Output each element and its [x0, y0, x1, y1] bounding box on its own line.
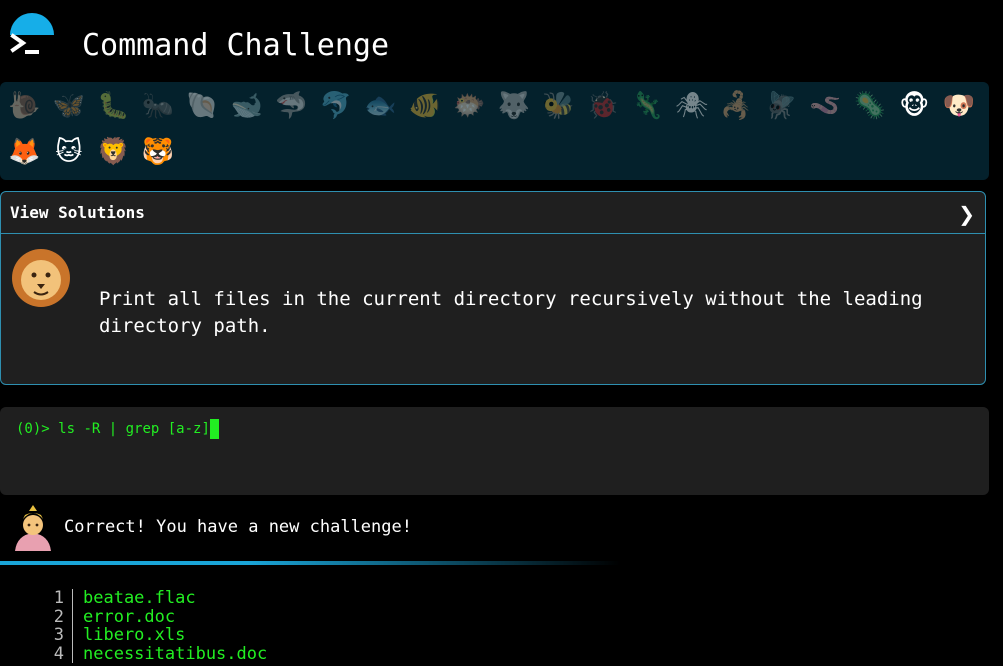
fox-icon: 🦊: [8, 137, 41, 167]
line-number: 1: [40, 589, 73, 608]
butterfly-icon: 🦋: [52, 91, 85, 121]
feedback-message: Correct! You have a new challenge!: [0, 503, 989, 553]
caterpillar-icon: 🐛: [97, 91, 130, 121]
view-solutions-toggle[interactable]: View Solutions ❯: [1, 192, 985, 234]
header: Command Challenge: [0, 0, 1003, 82]
section-divider: [0, 561, 620, 565]
microbe-icon: 🦠: [853, 91, 886, 121]
feedback-text: Correct! You have a new challenge!: [64, 517, 412, 537]
terminal-prompt-icon: [10, 33, 39, 54]
worm-icon: 🪱: [809, 91, 842, 121]
output-filename: libero.xls: [83, 625, 186, 645]
output-line: 4 necessitatibus.doc: [40, 643, 268, 664]
challenge-panel: View Solutions ❯ Print all files in the …: [0, 191, 986, 385]
app-title: Command Challenge: [82, 28, 390, 63]
output-line: 1 beatae.flac: [40, 589, 267, 608]
animal-row-1: 🐌 🦋 🐛 🐜 🐚 🐋 🦈 🐬 🐟 🐠 🐡 🐺 🐝 🐞 🦎 🕷 🦂 🪰 🪱 🦠 🐵 🐶: [2, 86, 981, 126]
cat-icon: 🐱: [55, 137, 83, 167]
command-output: 1 beatae.flac 2 error.doc 3 libero.xls 4 necess…: [40, 589, 267, 663]
line-number: 4: [40, 644, 73, 663]
fly-icon: 🪰: [764, 91, 797, 121]
view-solutions-label: View Solutions: [10, 203, 145, 222]
dog-icon: 🐶: [942, 91, 975, 121]
chevron-right-icon[interactable]: ❯: [958, 202, 975, 226]
wolf-icon: 🐺: [497, 91, 530, 121]
ladybug-icon: 🐞: [586, 91, 619, 121]
shell-icon: 🐚: [186, 91, 219, 121]
terminal[interactable]: (0)> ls -R | grep [a-z]: [0, 407, 989, 495]
tiger-icon: 🐯: [141, 137, 174, 167]
output-filename: error.doc: [83, 606, 176, 627]
output-line: 2 error.doc: [40, 606, 267, 627]
whale-icon: 🐋: [230, 91, 263, 121]
output-filename: necessitatibus.doc: [83, 643, 268, 664]
output-filename: beatae.flac: [83, 588, 196, 608]
genie-icon: [15, 505, 51, 551]
output-line: 3 libero.xls: [40, 626, 267, 645]
spider-icon: 🕷: [675, 91, 709, 121]
lizard-icon: 🦎: [631, 91, 664, 121]
blowfish-icon: 🐡: [453, 91, 486, 121]
line-number: 2: [40, 607, 73, 626]
dolphin-icon: 🐬: [319, 91, 352, 121]
terminal-command[interactable]: ls -R | grep [a-z]: [58, 421, 210, 437]
animal-progress-bar: 🐌 🦋 🐛 🐜 🐚 🐋 🦈 🐬 🐟 🐠 🐡 🐺 🐝 🐞 🦎 🕷 🦂 🪰 🪱 🦠 🐵 🐶 🦊 🐱 🦁 🐯: [0, 82, 989, 180]
bee-icon: 🐝: [542, 91, 575, 121]
challenge-description: Print all files in the current directory…: [99, 288, 923, 337]
line-number: 3: [40, 626, 73, 645]
fish-icon: 🐟: [364, 91, 397, 121]
shark-icon: 🦈: [275, 91, 308, 121]
monkey-icon: 🐵: [899, 91, 930, 121]
lion-icon: [12, 249, 70, 307]
animal-row-2: 🦊 🐱 🦁 🐯: [2, 132, 180, 172]
snail-icon: 🐌: [8, 91, 41, 121]
terminal-cursor: [209, 419, 219, 439]
ant-icon: 🐜: [141, 91, 174, 121]
tropical-fish-icon: 🐠: [408, 91, 441, 121]
scorpion-icon: 🦂: [720, 91, 753, 121]
terminal-prompt: (0)>: [16, 421, 59, 437]
terminal-input-line[interactable]: (0)> ls -R | grep [a-z]: [16, 419, 219, 439]
lion-icon: 🦁: [97, 137, 130, 167]
